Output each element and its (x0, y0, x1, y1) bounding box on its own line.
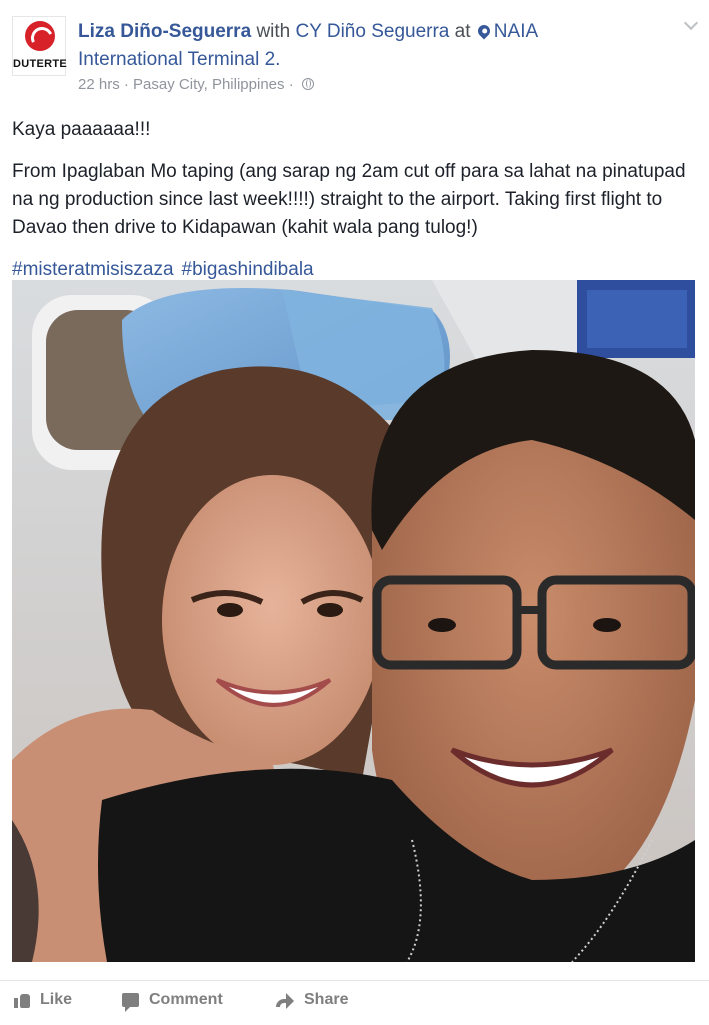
facebook-post: DUTERTE Liza Diño-Seguerra with CY Diño … (0, 0, 709, 1025)
share-button[interactable]: Share (276, 991, 348, 1009)
globe-icon[interactable] (301, 78, 314, 90)
with-word: with (256, 21, 291, 42)
at-word: at (454, 21, 471, 42)
avatar-logo-text: DUTERTE (13, 58, 68, 70)
location-pin-icon (475, 22, 493, 40)
thumbs-up-icon (14, 992, 30, 1008)
post-location-link[interactable]: Pasay City, Philippines (133, 76, 284, 93)
chevron-down-icon[interactable] (684, 18, 698, 32)
post-timestamp-link[interactable]: 22 hrs (78, 76, 120, 93)
hashtag-link[interactable]: #misteratmisiszaza (12, 259, 174, 280)
comment-label: Comment (149, 991, 223, 1008)
post-actions-bar: Like Comment Share (0, 980, 709, 1025)
selfie-photo (12, 280, 695, 962)
author-name-link[interactable]: Liza Diño-Seguerra (78, 21, 251, 42)
post-title-line: Liza Diño-Seguerra with CY Diño Seguerra… (78, 18, 638, 74)
hashtag-link[interactable]: #bigashindibala (182, 259, 314, 280)
share-arrow-icon (276, 993, 294, 1009)
meta-separator: · (288, 76, 294, 93)
comment-button[interactable]: Comment (122, 991, 223, 1012)
like-label: Like (40, 991, 73, 1008)
post-header: DUTERTE Liza Diño-Seguerra with CY Diño … (12, 14, 702, 104)
comment-bubble-icon (122, 993, 139, 1012)
like-button[interactable]: Like (14, 991, 72, 1009)
avatar[interactable]: DUTERTE (12, 16, 68, 76)
tagged-user-link[interactable]: CY Diño Seguerra (296, 21, 450, 42)
post-meta: 22 hrs · Pasay City, Philippines · (78, 76, 314, 93)
post-body: Kaya paaaaaa!!! From Ipaglaban Mo taping… (12, 116, 698, 298)
meta-separator: · (123, 76, 129, 93)
post-text-line1: Kaya paaaaaa!!! (12, 119, 151, 140)
share-label: Share (304, 991, 349, 1008)
post-photo[interactable] (12, 280, 695, 962)
post-text-line2: From Ipaglaban Mo taping (ang sarap ng 2… (12, 161, 686, 238)
